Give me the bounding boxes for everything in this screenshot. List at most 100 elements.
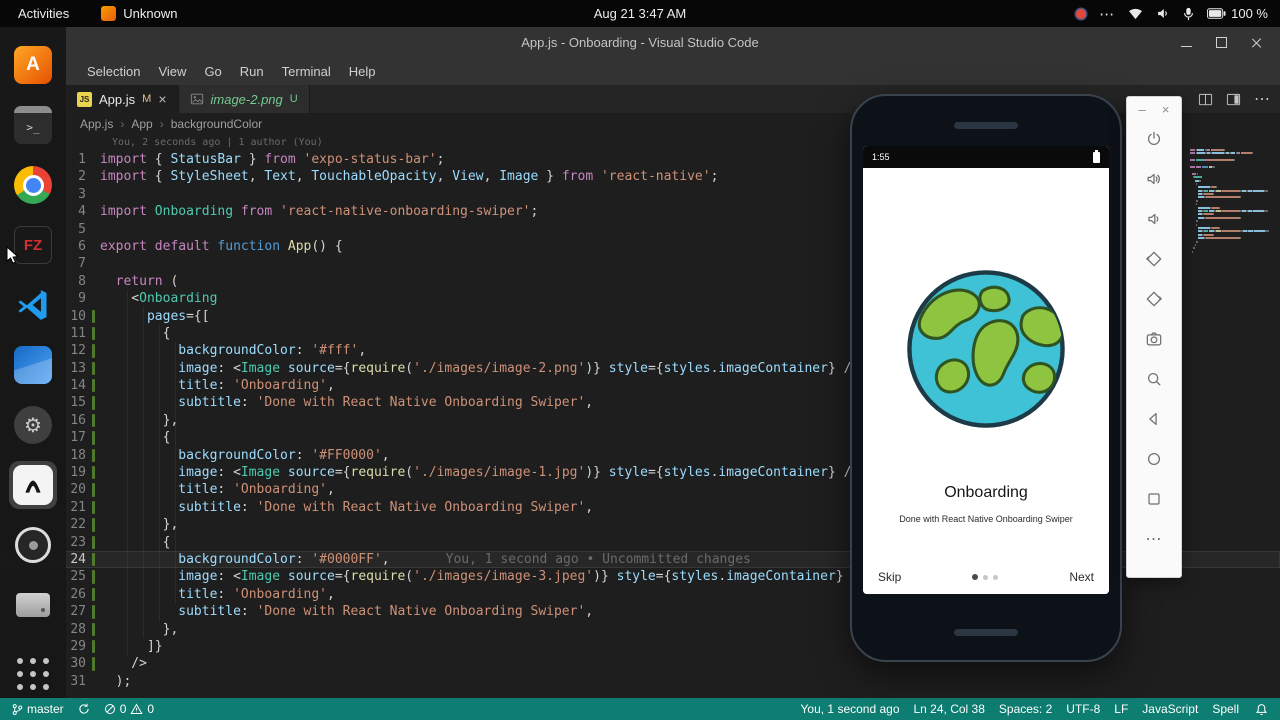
sync-changes-button[interactable] — [78, 703, 90, 715]
android-clock: 1:55 — [872, 152, 890, 162]
battery-percent: 100 % — [1231, 6, 1268, 21]
phone-speaker-top — [954, 122, 1018, 129]
statusbar-item[interactable]: Spaces: 2 — [999, 702, 1052, 716]
menu-item-run[interactable]: Run — [231, 64, 273, 79]
git-modified-badge: M — [142, 93, 152, 105]
overview-button[interactable] — [1132, 479, 1176, 519]
emulator-more-button[interactable]: ⋯ — [1132, 519, 1176, 559]
minimize-icon[interactable] — [1181, 45, 1192, 47]
dock-item-orange-app[interactable]: A — [9, 41, 57, 89]
dock-item-blue-app[interactable] — [9, 341, 57, 389]
onboarding-screen: Onboarding Done with React Native Onboar… — [863, 168, 1109, 594]
next-button[interactable]: Next — [1069, 570, 1094, 584]
statusbar-item[interactable]: UTF-8 — [1066, 702, 1100, 716]
emulator-toolbar: – × ⋯ — [1126, 96, 1182, 578]
statusbar-items: You, 1 second ago Ln 24, Col 38 Spaces: 2 U… — [801, 702, 1239, 716]
javascript-file-icon: JS — [77, 91, 92, 107]
expo-icon — [13, 465, 53, 505]
more-actions-icon[interactable]: ⋯ — [1254, 89, 1270, 109]
power-button[interactable] — [1132, 119, 1176, 159]
battery-indicator[interactable]: 100 % — [1207, 6, 1268, 21]
git-untracked-badge: U — [289, 93, 298, 105]
home-button[interactable] — [1132, 439, 1176, 479]
emulator-minimize-icon[interactable]: – — [1139, 102, 1146, 117]
problems-indicator[interactable]: 0 0 — [104, 702, 154, 716]
tab-label: image-2.png — [210, 91, 283, 107]
screen-record-icon[interactable] — [1076, 8, 1087, 19]
disc-icon — [15, 527, 51, 563]
show-applications-grid-icon[interactable] — [17, 658, 49, 690]
minimap[interactable] — [1190, 149, 1274, 254]
phone-screen[interactable]: 1:55 Onboarding Done with React Native O… — [863, 146, 1109, 594]
phone-frame: 1:55 Onboarding Done with React Native O… — [850, 94, 1122, 662]
zoom-button[interactable] — [1132, 359, 1176, 399]
phone-speaker-bottom — [954, 629, 1018, 636]
dock-item-settings[interactable]: ⚙ — [9, 401, 57, 449]
desktop: Activities Unknown Aug 21 3:47 AM ⋯ 100 … — [0, 0, 1280, 720]
statusbar-item[interactable]: Spell — [1212, 702, 1239, 716]
onboarding-subtitle: Done with React Native Onboarding Swiper — [899, 514, 1073, 524]
dock-item-chrome[interactable] — [9, 161, 57, 209]
page-dot — [983, 574, 989, 580]
image-file-icon — [190, 93, 203, 105]
close-icon[interactable] — [1251, 37, 1262, 48]
gitlens-inline-blame: You, 1 second ago • Uncommitted changes — [445, 551, 751, 567]
menu-item-go[interactable]: Go — [195, 64, 230, 79]
git-branch-indicator[interactable]: master — [12, 702, 64, 716]
notifications-bell-icon[interactable] — [1255, 703, 1268, 716]
focused-app-menu[interactable]: Unknown — [101, 6, 178, 21]
microphone-icon[interactable] — [1183, 7, 1194, 21]
breadcrumb-symbol-app[interactable]: App — [131, 117, 152, 131]
android-emulator-window: 1:55 Onboarding Done with React Native O… — [850, 94, 1122, 662]
vscode-icon — [18, 290, 47, 320]
warning-count: 0 — [147, 702, 155, 716]
editor-layout-icon[interactable] — [1226, 92, 1241, 107]
sync-icon — [79, 703, 89, 714]
tab-appjs[interactable]: JS App.js M × — [66, 85, 179, 113]
menu-item-terminal[interactable]: Terminal — [273, 64, 340, 79]
wifi-icon[interactable] — [1128, 7, 1143, 20]
onboarding-title: Onboarding — [944, 484, 1028, 501]
rotate-left-button[interactable] — [1132, 239, 1176, 279]
volume-up-button[interactable] — [1132, 159, 1176, 199]
volume-down-button[interactable] — [1132, 199, 1176, 239]
breadcrumb-symbol-property[interactable]: backgroundColor — [171, 117, 262, 131]
menu-item-selection[interactable]: Selection — [78, 64, 149, 79]
git-branch-icon — [12, 703, 23, 715]
breadcrumb-file[interactable]: App.js — [80, 117, 113, 131]
close-tab-icon[interactable]: × — [158, 92, 166, 106]
page-dots — [901, 574, 1069, 580]
menu-item-help[interactable]: Help — [340, 64, 385, 79]
dock-item-expo[interactable] — [9, 461, 57, 509]
statusbar-item[interactable]: JavaScript — [1142, 702, 1198, 716]
vscode-titlebar[interactable]: App.js - Onboarding - Visual Studio Code — [0, 27, 1280, 57]
dock-item-vscode[interactable] — [9, 281, 57, 329]
volume-icon[interactable] — [1156, 7, 1170, 20]
menu-item-view[interactable]: View — [149, 64, 195, 79]
back-button[interactable] — [1132, 399, 1176, 439]
rotate-right-button[interactable] — [1132, 279, 1176, 319]
gear-icon: ⚙ — [14, 406, 52, 444]
chrome-icon — [14, 166, 52, 204]
android-status-bar: 1:55 — [863, 146, 1109, 168]
focused-app-name: Unknown — [123, 6, 178, 21]
skip-button[interactable]: Skip — [878, 570, 901, 584]
tab-image2png[interactable]: image-2.png U — [178, 85, 310, 113]
emulator-close-icon[interactable]: × — [1162, 102, 1170, 117]
editor-actions: ⋯ — [1198, 85, 1270, 113]
activities-button[interactable]: Activities — [0, 6, 87, 21]
statusbar-item[interactable]: Ln 24, Col 38 — [914, 702, 985, 716]
statusbar-item[interactable]: You, 1 second ago — [801, 702, 900, 716]
screenshot-camera-button[interactable] — [1132, 319, 1176, 359]
drive-icon — [16, 593, 50, 617]
dock-item-disc-recorder[interactable] — [9, 521, 57, 569]
statusbar-item[interactable]: LF — [1114, 702, 1128, 716]
dock-item-terminal[interactable]: >_ — [9, 101, 57, 149]
dock-item-drive[interactable] — [9, 581, 57, 629]
split-editor-icon[interactable] — [1198, 92, 1213, 107]
tray-more-icon[interactable]: ⋯ — [1099, 5, 1115, 23]
maximize-icon[interactable] — [1216, 36, 1227, 48]
chevron-right-icon: › — [159, 117, 164, 131]
page-dot — [993, 574, 999, 580]
code-line-31[interactable]: 31 ); — [0, 673, 1280, 690]
